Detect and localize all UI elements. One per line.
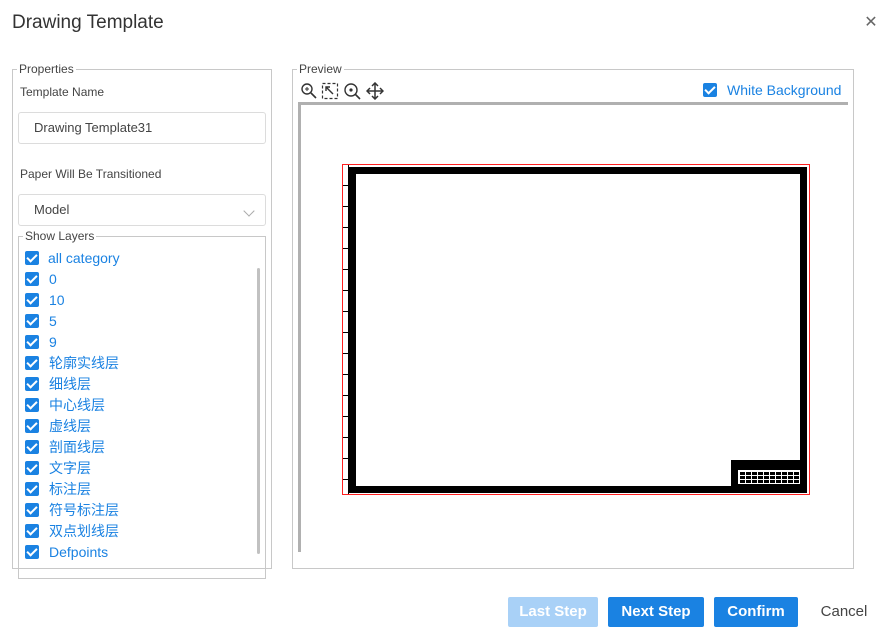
layer-checkbox[interactable] bbox=[25, 418, 39, 433]
layer-name: Defpoints bbox=[49, 543, 109, 560]
layer-row[interactable]: 虚线层 bbox=[22, 415, 252, 436]
layer-name: 0 bbox=[49, 270, 57, 287]
preview-legend: Preview bbox=[299, 62, 342, 76]
layer-checkbox[interactable] bbox=[25, 271, 39, 286]
layer-name: 虚线层 bbox=[49, 417, 91, 434]
layer-row[interactable]: 5 bbox=[22, 310, 252, 331]
last-step-button[interactable]: Last Step bbox=[508, 597, 598, 627]
canvas-left-ruler bbox=[298, 102, 301, 552]
layer-row[interactable]: 9 bbox=[22, 331, 252, 352]
layer-checkbox[interactable] bbox=[25, 439, 39, 454]
confirm-button[interactable]: Confirm bbox=[714, 597, 798, 627]
layer-row[interactable]: 10 bbox=[22, 289, 252, 310]
layer-row[interactable]: 轮廓实线层 bbox=[22, 352, 252, 373]
template-name-label: Template Name bbox=[20, 85, 105, 99]
layer-name: 9 bbox=[49, 333, 57, 350]
layer-list-scrollbar[interactable] bbox=[257, 268, 260, 554]
layer-checkbox[interactable] bbox=[25, 376, 39, 391]
zoom-icon[interactable] bbox=[300, 82, 318, 100]
close-icon[interactable]: ✕ bbox=[862, 14, 880, 32]
layer-name: 轮廓实线层 bbox=[49, 354, 119, 371]
title-block-grid bbox=[738, 470, 800, 484]
pan-icon[interactable] bbox=[365, 81, 385, 101]
paper-label: Paper Will Be Transitioned bbox=[20, 167, 162, 181]
show-layers-legend: Show Layers bbox=[25, 229, 95, 243]
layer-row[interactable]: 中心线层 bbox=[22, 394, 252, 415]
properties-legend: Properties bbox=[19, 62, 74, 76]
canvas-top-ruler bbox=[298, 102, 848, 105]
next-step-button[interactable]: Next Step bbox=[608, 597, 704, 627]
layer-name: 细线层 bbox=[49, 375, 91, 392]
zoom-window-icon[interactable] bbox=[343, 82, 361, 100]
layer-name: 中心线层 bbox=[49, 396, 105, 413]
layer-row[interactable]: 标注层 bbox=[22, 478, 252, 499]
paper-select[interactable]: Model bbox=[18, 194, 266, 226]
title-block bbox=[731, 460, 803, 488]
layer-checkbox[interactable] bbox=[25, 313, 39, 328]
layer-checkbox[interactable] bbox=[25, 250, 39, 265]
layer-name: all category bbox=[48, 249, 120, 266]
paper-select-value: Model bbox=[34, 202, 70, 217]
drawing-frame bbox=[349, 167, 807, 493]
cancel-button[interactable]: Cancel bbox=[812, 597, 876, 627]
template-name-input[interactable]: Drawing Template31 bbox=[18, 112, 266, 144]
layer-checkbox[interactable] bbox=[25, 397, 39, 412]
chevron-down-icon bbox=[243, 205, 255, 217]
layer-name: 标注层 bbox=[49, 480, 91, 497]
white-background-checkbox[interactable] bbox=[703, 83, 717, 97]
layer-row[interactable]: 0 bbox=[22, 268, 252, 289]
layer-checkbox[interactable] bbox=[25, 544, 39, 559]
layer-checkbox[interactable] bbox=[25, 502, 39, 517]
layer-checkbox[interactable] bbox=[25, 292, 39, 307]
layer-name: 5 bbox=[49, 312, 57, 329]
layer-row[interactable]: Defpoints bbox=[22, 541, 252, 562]
zoom-extents-icon[interactable] bbox=[321, 82, 339, 100]
layer-name: 文字层 bbox=[49, 459, 91, 476]
layer-checkbox[interactable] bbox=[25, 355, 39, 370]
layer-row[interactable]: 细线层 bbox=[22, 373, 252, 394]
dialog-title: Drawing Template bbox=[12, 12, 164, 33]
layer-checkbox[interactable] bbox=[25, 334, 39, 349]
white-background-label: White Background bbox=[727, 82, 842, 98]
layer-row[interactable]: 剖面线层 bbox=[22, 436, 252, 457]
drawing-sheet-preview bbox=[342, 164, 810, 495]
layer-checkbox[interactable] bbox=[25, 523, 39, 538]
layer-row[interactable]: 双点划线层 bbox=[22, 520, 252, 541]
white-background-toggle[interactable]: White Background bbox=[700, 82, 841, 98]
layer-checkbox[interactable] bbox=[25, 460, 39, 475]
layer-name: 符号标注层 bbox=[49, 501, 119, 518]
layer-checkbox[interactable] bbox=[25, 481, 39, 496]
layer-name: 10 bbox=[49, 291, 65, 308]
layer-name: 双点划线层 bbox=[49, 522, 119, 539]
layer-row[interactable]: 文字层 bbox=[22, 457, 252, 478]
layer-row[interactable]: 符号标注层 bbox=[22, 499, 252, 520]
layer-row-all-category[interactable]: all category bbox=[22, 247, 252, 268]
layer-name: 剖面线层 bbox=[49, 438, 105, 455]
layer-list: all category 0 10 5 9 轮廓实线层细线层中心线层虚线层剖面线层文字层标… bbox=[22, 247, 252, 567]
